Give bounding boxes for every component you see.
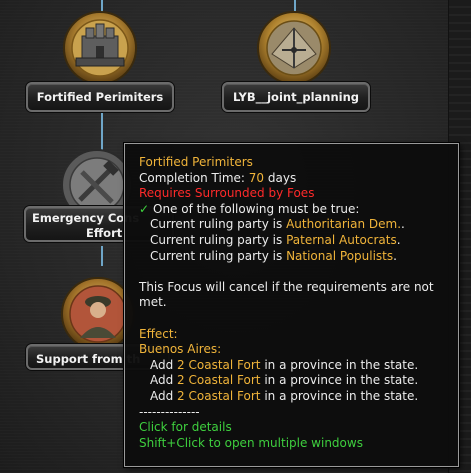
- map-planning-icon: [256, 10, 332, 86]
- effect-suffix: in a province in the state.: [260, 373, 419, 388]
- effect-amount: 2: [177, 388, 185, 403]
- completion-time: Completion Time: 70 days: [139, 171, 458, 187]
- effect-prefix: Add: [150, 388, 178, 403]
- check-icon: ✓: [139, 201, 150, 216]
- tooltip-title: Fortified Perimiters: [139, 155, 253, 169]
- condition-row: Current ruling party is Paternal Autocra…: [139, 233, 458, 249]
- effect-prefix: Add: [150, 357, 178, 372]
- click-hint: Click for details: [139, 420, 232, 435]
- shift-click-hint: Shift+Click to open multiple windows: [139, 435, 363, 450]
- effect-row: Add 2 Coastal Fort in a province in the …: [139, 358, 458, 374]
- effect-building: Coastal Fort: [188, 357, 261, 372]
- separator: --------------: [139, 404, 200, 419]
- effect-row: Add 2 Coastal Fort in a province in the …: [139, 373, 458, 389]
- condition-row: Current ruling party is Authoritarian De…: [139, 217, 458, 233]
- focus-node-joint-planning[interactable]: LYB__joint_planning: [218, 10, 370, 115]
- condition-suffix: .: [393, 248, 397, 263]
- condition-prefix: Current ruling party is: [150, 217, 287, 232]
- cancel-notice-cont: met.: [139, 295, 167, 310]
- state-label: Buenos Aires:: [139, 342, 222, 357]
- condition-prefix: Current ruling party is: [150, 232, 287, 247]
- condition-suffix: .: [396, 232, 401, 247]
- effect-amount: 2: [177, 357, 185, 372]
- cancel-notice: This Focus will cancel if the requiremen…: [139, 279, 434, 294]
- effect-suffix: in a province in the state.: [260, 388, 419, 403]
- completion-label: Completion Time:: [139, 170, 249, 185]
- effect-suffix: in a province in the state.: [260, 357, 419, 372]
- connector-line: [101, 110, 103, 152]
- condition-suffix: .: [401, 217, 405, 232]
- condition-row: Current ruling party is National Populis…: [139, 249, 458, 265]
- completion-value: 70: [248, 170, 265, 185]
- requirement-warning: Requires Surrounded by Foes: [139, 186, 315, 201]
- condition-header-text: One of the following must be true:: [153, 201, 360, 216]
- effect-building: Coastal Fort: [188, 373, 261, 388]
- condition-value: Authoritarian Dem.: [286, 217, 402, 232]
- condition-prefix: Current ruling party is: [150, 248, 287, 263]
- fortress-icon: [62, 10, 138, 86]
- effect-row: Add 2 Coastal Fort in a province in the …: [139, 389, 458, 405]
- effect-building: Coastal Fort: [188, 388, 261, 403]
- effect-prefix: Add: [150, 373, 178, 388]
- focus-tooltip: Fortified Perimiters Completion Time: 70…: [124, 143, 459, 467]
- effect-label: Effect:: [139, 326, 178, 341]
- completion-unit: days: [264, 170, 297, 185]
- effect-amount: 2: [177, 373, 185, 388]
- focus-label: LYB__joint_planning: [222, 82, 370, 112]
- focus-node-fortified-perimiters[interactable]: Fortified Perimiters: [26, 10, 176, 115]
- condition-value: National Populists: [286, 248, 394, 263]
- focus-tree-view: Fortified Perimiters LYB__joint_planning…: [0, 0, 471, 473]
- condition-header: ✓ One of the following must be true:: [139, 202, 458, 218]
- condition-value: Paternal Autocrats: [286, 232, 397, 247]
- focus-label: Fortified Perimiters: [26, 82, 174, 112]
